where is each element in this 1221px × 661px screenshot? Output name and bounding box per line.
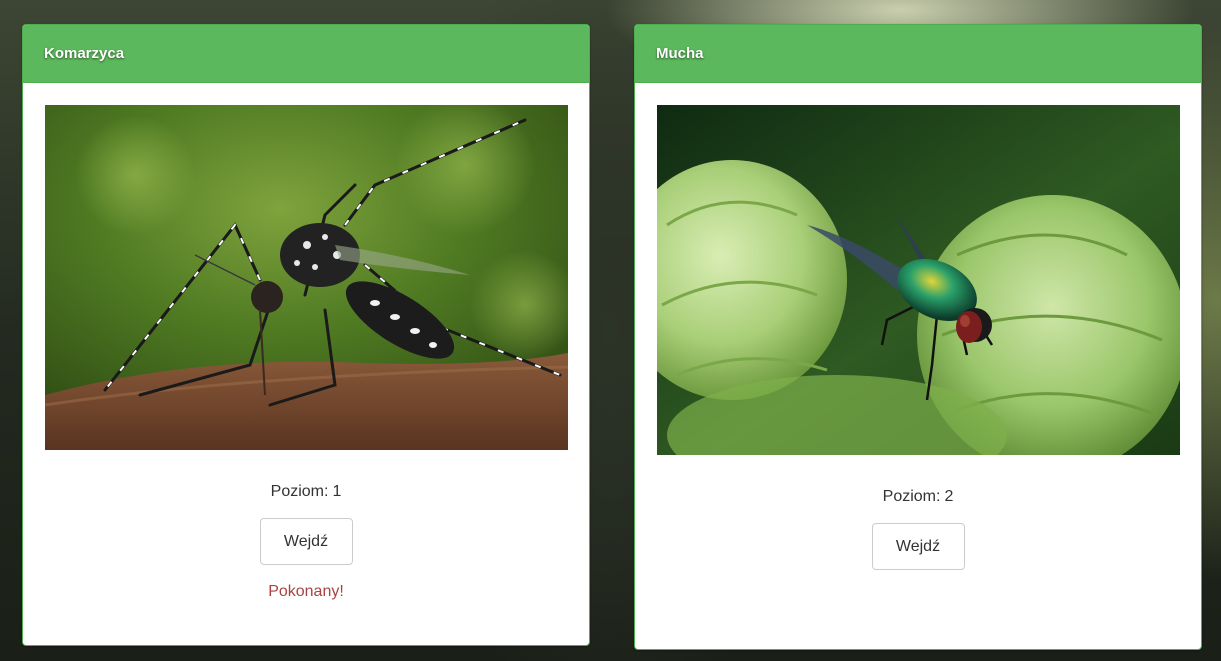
card-body: Poziom: 2 Wejdź xyxy=(635,83,1201,570)
mosquito-photo xyxy=(45,105,568,450)
level-label: Poziom: xyxy=(270,483,329,500)
card-body: Poziom: 1 Wejdź Pokonany! xyxy=(23,83,589,601)
card-title: Komarzyca xyxy=(44,45,125,62)
level-text: Poziom: 1 xyxy=(45,483,567,501)
level-label: Poziom: xyxy=(882,488,941,505)
level-text: Poziom: 2 xyxy=(657,488,1179,506)
enter-button[interactable]: Wejdź xyxy=(259,518,353,565)
enemy-card-komarzyca: Komarzyca Poziom: 1 Wejdź Pokonany! xyxy=(22,24,590,646)
card-heading: Komarzyca xyxy=(23,25,589,83)
level-value: 1 xyxy=(332,483,342,500)
card-title: Mucha xyxy=(656,45,704,62)
enemy-card-mucha: Mucha Poziom: 2 Wejdź xyxy=(634,24,1202,650)
card-heading: Mucha xyxy=(635,25,1201,83)
enter-button[interactable]: Wejdź xyxy=(871,523,965,570)
defeated-status: Pokonany! xyxy=(268,583,344,600)
level-value: 2 xyxy=(944,488,954,505)
fly-photo xyxy=(657,105,1180,455)
